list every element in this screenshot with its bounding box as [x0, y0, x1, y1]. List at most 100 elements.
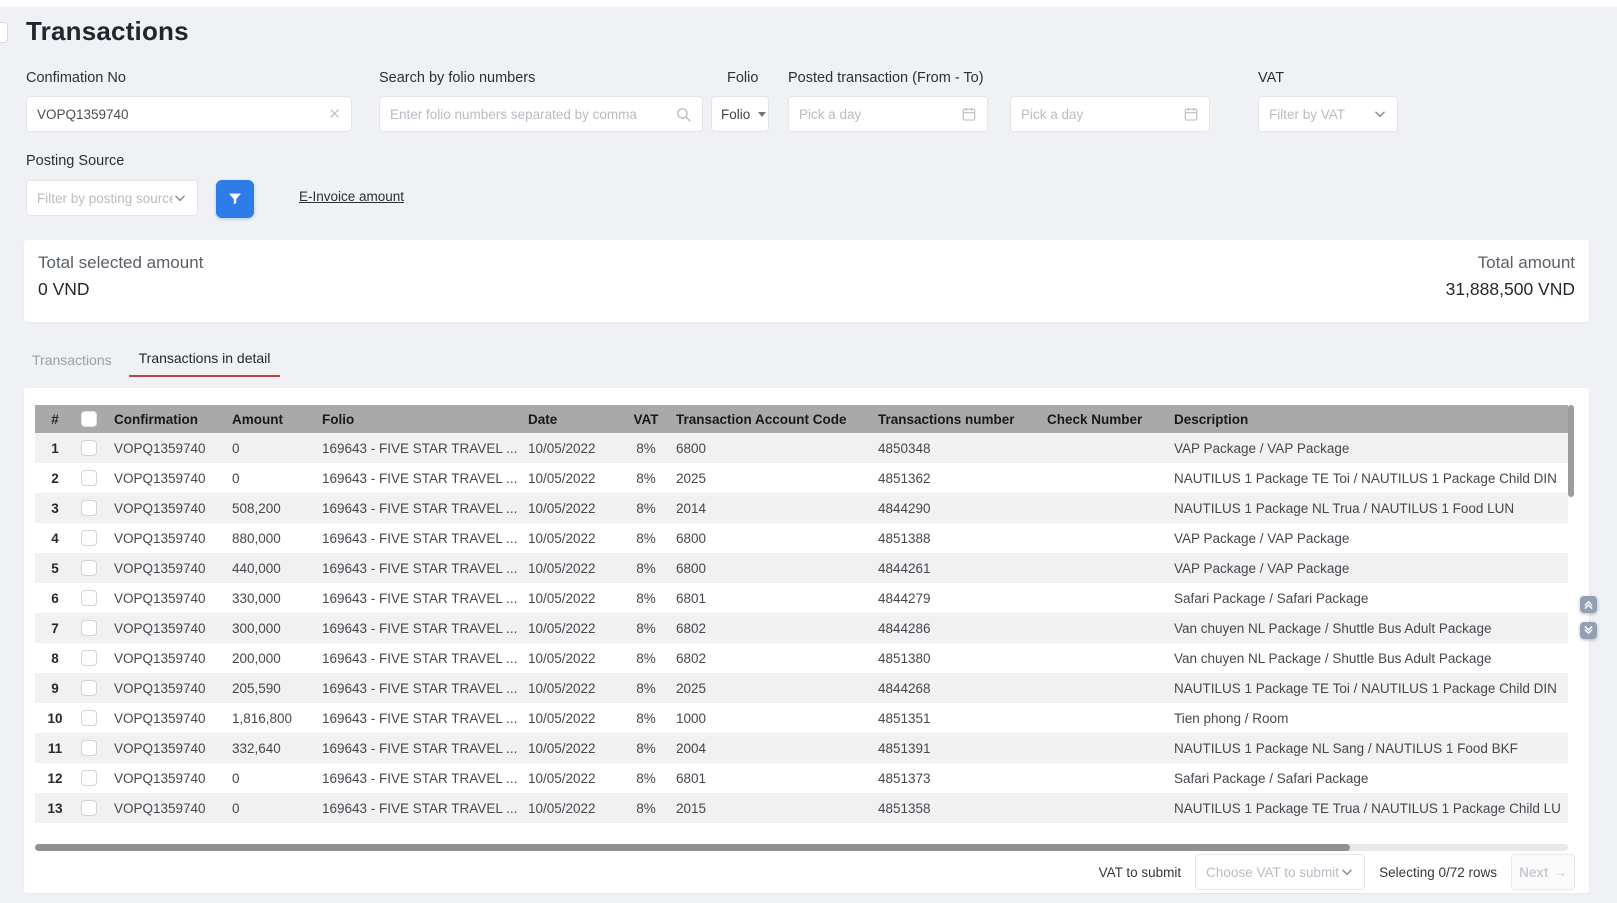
cell-description: VAP Package / VAP Package: [1168, 523, 1568, 553]
row-checkbox[interactable]: [81, 710, 97, 726]
row-checkbox[interactable]: [81, 440, 97, 456]
date-to-input[interactable]: Pick a day: [1010, 96, 1210, 132]
row-checkbox[interactable]: [81, 680, 97, 696]
cell-folio: 169643 - FIVE STAR TRAVEL ...: [316, 583, 522, 613]
row-checkbox[interactable]: [81, 800, 97, 816]
cell-vat: 8%: [622, 433, 670, 463]
cell-account_code: 1000: [670, 703, 872, 733]
chevron-down-icon: [173, 191, 187, 205]
cell-vat: 8%: [622, 493, 670, 523]
row-checkbox[interactable]: [81, 740, 97, 756]
funnel-icon: [227, 191, 243, 207]
row-checkbox[interactable]: [81, 620, 97, 636]
cell-date: 10/05/2022: [522, 523, 622, 553]
cell-date: 10/05/2022: [522, 583, 622, 613]
row-checkbox[interactable]: [81, 770, 97, 786]
horizontal-scrollbar-thumb[interactable]: [35, 844, 1350, 851]
cell-check_number: [1041, 673, 1168, 703]
table-header-row: # Confirmation Amount Folio Date VAT Tra…: [35, 405, 1568, 433]
date-from-input[interactable]: Pick a day: [788, 96, 988, 132]
cell-vat: 8%: [622, 793, 670, 823]
totals-card: Total selected amount 0 VND Total amount…: [24, 240, 1589, 322]
cell-amount: 508,200: [226, 493, 316, 523]
total-selected-value: 0 VND: [38, 279, 203, 300]
header-date: Date: [522, 405, 622, 433]
folio-numbers-input[interactable]: [390, 107, 675, 122]
header-txn-number: Transactions number: [872, 405, 1041, 433]
posted-transaction-label: Posted transaction (From - To): [788, 70, 984, 86]
cell-check_number: [1041, 793, 1168, 823]
row-checkbox[interactable]: [81, 650, 97, 666]
cell-confirmation: VOPQ1359740: [108, 643, 226, 673]
row-checkbox[interactable]: [81, 500, 97, 516]
row-checkbox[interactable]: [81, 470, 97, 486]
cell-folio: 169643 - FIVE STAR TRAVEL ...: [316, 613, 522, 643]
cell-num: 10: [35, 703, 75, 733]
cell-check_number: [1041, 553, 1168, 583]
vertical-scrollbar-thumb[interactable]: [1568, 405, 1574, 497]
folio-label: Folio: [727, 70, 758, 86]
confirmation-no-input[interactable]: [37, 107, 328, 122]
cell-amount: 200,000: [226, 643, 316, 673]
cell-confirmation: VOPQ1359740: [108, 463, 226, 493]
posting-source-dropdown[interactable]: Filter by posting source: [26, 180, 198, 216]
horizontal-scrollbar[interactable]: [35, 844, 1568, 851]
cell-account_code: 2015: [670, 793, 872, 823]
cell-description: VAP Package / VAP Package: [1168, 433, 1568, 463]
vat-to-submit-label: VAT to submit: [1099, 865, 1182, 880]
table-row: 10 VOPQ1359740 1,816,800 169643 - FIVE S…: [35, 703, 1568, 733]
row-checkbox[interactable]: [81, 560, 97, 576]
cell-txn_number: 4844290: [872, 493, 1041, 523]
cell-date: 10/05/2022: [522, 493, 622, 523]
chevron-down-icon: [1373, 107, 1387, 121]
cell-amount: 0: [226, 763, 316, 793]
cell-check_number: [1041, 433, 1168, 463]
cell-account_code: 2025: [670, 673, 872, 703]
double-chevron-up-icon: [1583, 599, 1594, 610]
cell-account_code: 2025: [670, 463, 872, 493]
cell-txn_number: 4851362: [872, 463, 1041, 493]
confirmation-no-label: Confimation No: [26, 70, 126, 86]
cell-folio: 169643 - FIVE STAR TRAVEL ...: [316, 673, 522, 703]
cell-confirmation: VOPQ1359740: [108, 793, 226, 823]
choose-vat-dropdown[interactable]: Choose VAT to submit: [1195, 854, 1365, 890]
select-all-checkbox[interactable]: [81, 411, 97, 427]
apply-filter-button[interactable]: [216, 180, 254, 218]
cell-amount: 332,640: [226, 733, 316, 763]
total-amount-value: 31,888,500 VND: [1446, 279, 1575, 300]
table-row: 2 VOPQ1359740 0 169643 - FIVE STAR TRAVE…: [35, 463, 1568, 493]
cell-confirmation: VOPQ1359740: [108, 733, 226, 763]
table-row: 9 VOPQ1359740 205,590 169643 - FIVE STAR…: [35, 673, 1568, 703]
scroll-to-top-button[interactable]: [1580, 596, 1597, 613]
vat-filter-dropdown[interactable]: Filter by VAT: [1258, 96, 1398, 132]
cell-num: 7: [35, 613, 75, 643]
folio-dropdown[interactable]: Folio: [711, 96, 769, 132]
cell-description: VAP Package / VAP Package: [1168, 553, 1568, 583]
cell-confirmation: VOPQ1359740: [108, 553, 226, 583]
table-row: 11 VOPQ1359740 332,640 169643 - FIVE STA…: [35, 733, 1568, 763]
table-row: 8 VOPQ1359740 200,000 169643 - FIVE STAR…: [35, 643, 1568, 673]
posting-source-label: Posting Source: [26, 153, 124, 169]
chevron-down-icon: [1340, 865, 1354, 879]
einvoice-amount-link[interactable]: E-Invoice amount: [299, 189, 404, 204]
header-select-all: [75, 405, 108, 433]
row-checkbox[interactable]: [81, 530, 97, 546]
tab-transactions[interactable]: Transactions: [32, 352, 112, 377]
cell-folio: 169643 - FIVE STAR TRAVEL ...: [316, 643, 522, 673]
next-button[interactable]: Next→: [1511, 854, 1575, 890]
cell-txn_number: 4844268: [872, 673, 1041, 703]
scroll-to-bottom-button[interactable]: [1580, 622, 1597, 639]
tab-transactions-in-detail[interactable]: Transactions in detail: [129, 350, 281, 377]
cell-vat: 8%: [622, 553, 670, 583]
table-row: 13 VOPQ1359740 0 169643 - FIVE STAR TRAV…: [35, 793, 1568, 823]
clear-icon[interactable]: ✕: [328, 107, 341, 122]
cell-num: 13: [35, 793, 75, 823]
confirmation-no-field: ✕: [26, 96, 352, 132]
cell-amount: 0: [226, 463, 316, 493]
cell-check_number: [1041, 763, 1168, 793]
cell-txn_number: 4851391: [872, 733, 1041, 763]
row-checkbox[interactable]: [81, 590, 97, 606]
folio-search-field: [379, 96, 703, 132]
table-row: 1 VOPQ1359740 0 169643 - FIVE STAR TRAVE…: [35, 433, 1568, 463]
cell-check_number: [1041, 463, 1168, 493]
